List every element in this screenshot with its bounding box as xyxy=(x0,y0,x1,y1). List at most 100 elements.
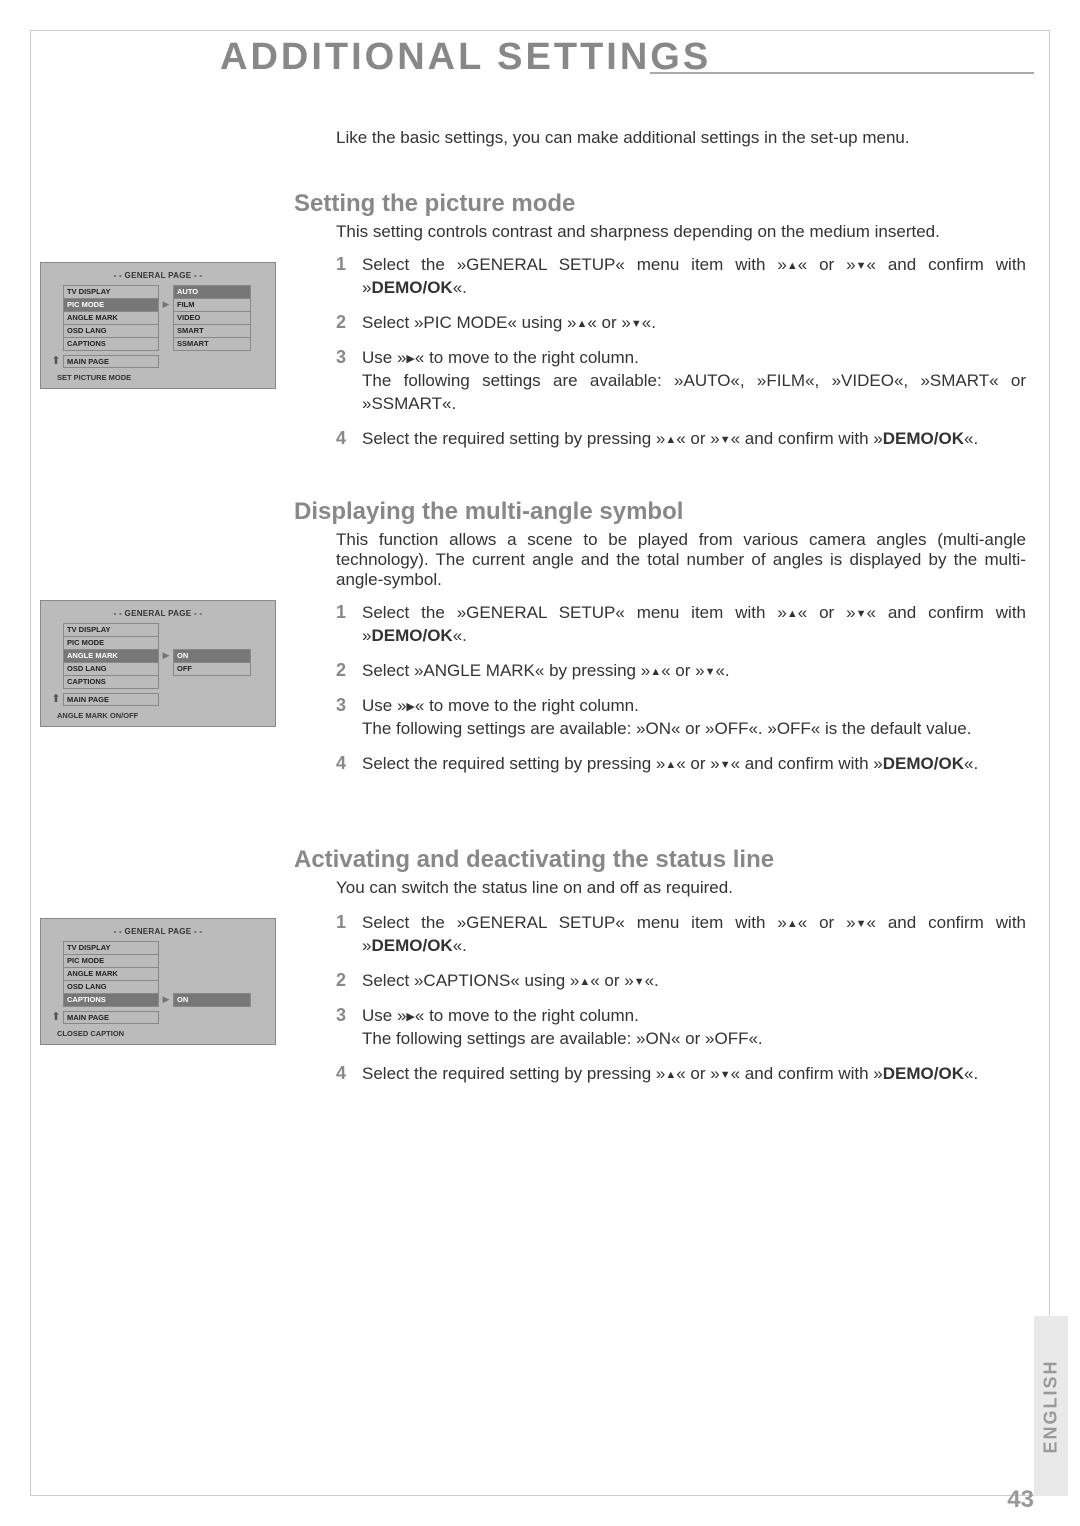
menu-title: - - GENERAL PAGE - - xyxy=(41,607,275,623)
back-arrow-icon: ⬆ xyxy=(49,1010,63,1023)
menu-screenshot-1: - - GENERAL PAGE - -TV DISPLAYAUTOPIC MO… xyxy=(40,262,276,389)
step-number: 1 xyxy=(336,602,362,648)
submenu-arrow-icon xyxy=(159,954,173,967)
menu-item-left: TV DISPLAY xyxy=(63,285,159,299)
submenu-arrow-icon xyxy=(159,662,173,675)
menu-main-row: ⬆MAIN PAGE xyxy=(49,692,261,705)
step-text: Use »▶« to move to the right column.The … xyxy=(362,347,1026,416)
menu-item-left: CAPTIONS xyxy=(63,993,159,1007)
menu-screenshot-3: - - GENERAL PAGE - -TV DISPLAYPIC MODEAN… xyxy=(40,918,276,1045)
menu-item-left: CAPTIONS xyxy=(63,675,159,689)
menu-item-right: SSMART xyxy=(173,337,251,351)
submenu-arrow-icon xyxy=(159,285,173,298)
down-icon: ▼ xyxy=(856,917,867,932)
submenu-arrow-icon xyxy=(159,967,173,980)
down-icon: ▼ xyxy=(705,665,716,680)
menu-item-left: ANGLE MARK xyxy=(63,649,159,663)
section3-desc: You can switch the status line on and of… xyxy=(336,878,1026,898)
step: 1 Select the »GENERAL SETUP« menu item w… xyxy=(336,254,1026,300)
menu-row: OSD LANG SMART xyxy=(63,324,261,337)
section3-heading: Activating and deactivating the status l… xyxy=(294,846,774,874)
menu-item-left: PIC MODE xyxy=(63,636,159,650)
menu-row: TV DISPLAY xyxy=(63,623,261,636)
step-number: 2 xyxy=(336,970,362,993)
section2-heading: Displaying the multi-angle symbol xyxy=(294,498,683,526)
submenu-arrow-icon xyxy=(159,941,173,954)
step-number: 3 xyxy=(336,1005,362,1051)
menu-item-right: FILM xyxy=(173,298,251,312)
step-text: Select the required setting by pressing … xyxy=(362,1063,1026,1086)
menu-row: CAPTIONS▶ON xyxy=(63,993,261,1006)
submenu-arrow-icon xyxy=(159,623,173,636)
step-text: Select »CAPTIONS« using »▲« or »▼«. xyxy=(362,970,1026,993)
menu-title: - - GENERAL PAGE - - xyxy=(41,269,275,285)
menu-title: - - GENERAL PAGE - - xyxy=(41,925,275,941)
menu-item-right: ON xyxy=(173,993,251,1007)
menu-row: PIC MODE xyxy=(63,636,261,649)
down-icon: ▼ xyxy=(720,758,731,773)
up-icon: ▲ xyxy=(665,433,676,448)
submenu-arrow-icon xyxy=(159,337,173,350)
menu-row: OSD LANG xyxy=(63,980,261,993)
menu-item-right: SMART xyxy=(173,324,251,338)
step-number: 2 xyxy=(336,660,362,683)
menu-footer: SET PICTURE MODE xyxy=(41,367,275,384)
up-icon: ▲ xyxy=(665,758,676,773)
step-text: Use »▶« to move to the right column.The … xyxy=(362,695,1026,741)
menu-main-page: MAIN PAGE xyxy=(63,693,159,706)
step: 2 Select »PIC MODE« using »▲« or »▼«. xyxy=(336,312,1026,335)
step: 1 Select the »GENERAL SETUP« menu item w… xyxy=(336,912,1026,958)
right-icon: ▶ xyxy=(406,700,414,715)
step: 4 Select the required setting by pressin… xyxy=(336,1063,1026,1086)
down-icon: ▼ xyxy=(720,433,731,448)
menu-item-left: TV DISPLAY xyxy=(63,623,159,637)
submenu-arrow-icon: ▶ xyxy=(159,298,173,311)
step-number: 2 xyxy=(336,312,362,335)
step-text: Select the required setting by pressing … xyxy=(362,428,1026,451)
down-icon: ▼ xyxy=(631,317,642,332)
section2-steps: 1 Select the »GENERAL SETUP« menu item w… xyxy=(336,602,1026,788)
up-icon: ▲ xyxy=(576,317,587,332)
step-text: Select »ANGLE MARK« by pressing »▲« or »… xyxy=(362,660,1026,683)
menu-item-left: OSD LANG xyxy=(63,662,159,676)
step-text: Select the required setting by pressing … xyxy=(362,753,1026,776)
step-text: Select the »GENERAL SETUP« menu item wit… xyxy=(362,254,1026,300)
step-text: Use »▶« to move to the right column.The … xyxy=(362,1005,1026,1051)
back-arrow-icon: ⬆ xyxy=(49,692,63,705)
step: 3 Use »▶« to move to the right column.Th… xyxy=(336,347,1026,416)
section1-desc: This setting controls contrast and sharp… xyxy=(336,222,1026,242)
step-text: Select the »GENERAL SETUP« menu item wit… xyxy=(362,602,1026,648)
menu-row: ANGLE MARKVIDEO xyxy=(63,311,261,324)
menu-item-right: AUTO xyxy=(173,285,251,299)
down-icon: ▼ xyxy=(856,607,867,622)
menu-main-page: MAIN PAGE xyxy=(63,355,159,368)
menu-main-page: MAIN PAGE xyxy=(63,1011,159,1024)
step-text: Select the »GENERAL SETUP« menu item wit… xyxy=(362,912,1026,958)
submenu-arrow-icon xyxy=(159,980,173,993)
step-number: 4 xyxy=(336,1063,362,1086)
up-icon: ▲ xyxy=(650,665,661,680)
menu-item-right: ON xyxy=(173,649,251,663)
menu-row: CAPTIONS SSMART xyxy=(63,337,261,350)
step: 3 Use »▶« to move to the right column.Th… xyxy=(336,695,1026,741)
menu-item-left: CAPTIONS xyxy=(63,337,159,351)
menu-screenshot-2: - - GENERAL PAGE - -TV DISPLAYPIC MODEAN… xyxy=(40,600,276,727)
menu-item-left: OSD LANG xyxy=(63,324,159,338)
language-tab: ENGLISH xyxy=(1034,1316,1068,1496)
step-number: 1 xyxy=(336,912,362,958)
menu-footer: ANGLE MARK ON/OFF xyxy=(41,705,275,722)
step: 2 Select »CAPTIONS« using »▲« or »▼«. xyxy=(336,970,1026,993)
down-icon: ▼ xyxy=(856,259,867,274)
down-icon: ▼ xyxy=(720,1068,731,1083)
menu-main-row: ⬆MAIN PAGE xyxy=(49,1010,261,1023)
menu-item-left: ANGLE MARK xyxy=(63,311,159,325)
step-number: 3 xyxy=(336,695,362,741)
menu-row: TV DISPLAY xyxy=(63,941,261,954)
page-number: 43 xyxy=(1007,1486,1034,1514)
down-icon: ▼ xyxy=(634,975,645,990)
title-underline xyxy=(650,72,1034,74)
submenu-arrow-icon xyxy=(159,311,173,324)
menu-main-row: ⬆MAIN PAGE xyxy=(49,354,261,367)
menu-row: ANGLE MARK▶ON xyxy=(63,649,261,662)
submenu-arrow-icon xyxy=(159,636,173,649)
